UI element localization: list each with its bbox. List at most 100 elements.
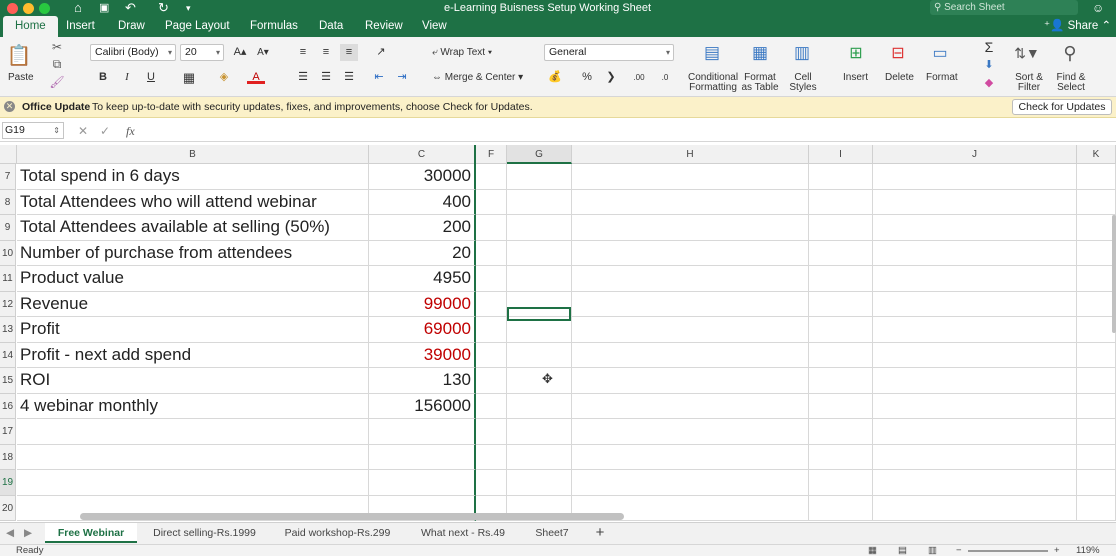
- empty-cell[interactable]: [572, 190, 809, 215]
- customize-toolbar-icon[interactable]: ▾: [186, 0, 191, 16]
- empty-cell[interactable]: [476, 266, 507, 292]
- row-header[interactable]: 9: [0, 215, 16, 241]
- add-sheet-icon[interactable]: +: [588, 523, 612, 543]
- empty-cell[interactable]: [476, 190, 507, 215]
- normal-view-icon[interactable]: ▦: [868, 545, 877, 556]
- align-right-icon[interactable]: ☰: [340, 69, 358, 86]
- empty-cell[interactable]: [572, 470, 809, 496]
- tab-formulas[interactable]: Formulas: [247, 16, 301, 37]
- empty-cell[interactable]: [1077, 445, 1116, 470]
- zoom-out-icon[interactable]: −: [956, 545, 962, 556]
- empty-cell[interactable]: [873, 215, 1077, 241]
- font-name-select[interactable]: Calibri (Body) ▾: [90, 44, 176, 61]
- underline-button[interactable]: U: [142, 69, 160, 86]
- empty-cell[interactable]: [809, 496, 873, 521]
- empty-cell[interactable]: [873, 496, 1077, 521]
- format-painter-icon[interactable]: 🖌: [49, 75, 64, 89]
- close-window-button[interactable]: [7, 3, 18, 14]
- empty-cell[interactable]: [476, 419, 507, 445]
- empty-cell[interactable]: [809, 215, 873, 241]
- empty-cell[interactable]: [572, 164, 809, 190]
- cell-value[interactable]: 30000: [369, 164, 476, 190]
- empty-cell[interactable]: [1077, 266, 1116, 292]
- worksheet-grid[interactable]: 7 Total spend in 6 days 30000 8 Total Attend…: [0, 164, 1116, 522]
- empty-cell[interactable]: [809, 266, 873, 292]
- fill-icon[interactable]: ⬇: [980, 57, 998, 74]
- cell-value[interactable]: 156000: [369, 394, 476, 419]
- tab-insert[interactable]: Insert: [63, 16, 98, 37]
- sheet-tab-free-webinar[interactable]: Free Webinar: [45, 523, 137, 543]
- cell-value[interactable]: 4950: [369, 266, 476, 292]
- sheet-tab-paid-workshop[interactable]: Paid workshop-Rs.299: [275, 523, 400, 543]
- column-header-c[interactable]: C: [369, 145, 476, 164]
- cell-label[interactable]: [17, 445, 369, 470]
- align-bottom-icon[interactable]: ≡: [340, 44, 358, 61]
- row-header[interactable]: 7: [0, 164, 16, 190]
- smiley-feedback-icon[interactable]: ☺: [1092, 0, 1104, 16]
- column-header-b[interactable]: B: [17, 145, 369, 164]
- cell-label[interactable]: ROI: [17, 368, 369, 394]
- empty-cell[interactable]: [572, 292, 809, 317]
- column-header-g[interactable]: G: [507, 145, 572, 164]
- cell-value[interactable]: 99000: [369, 292, 476, 317]
- sheet-tab-sheet7[interactable]: Sheet7: [525, 523, 579, 543]
- empty-cell[interactable]: [809, 190, 873, 215]
- empty-cell[interactable]: [476, 317, 507, 343]
- tab-data[interactable]: Data: [316, 16, 346, 37]
- row-header[interactable]: 10: [0, 241, 16, 266]
- empty-cell[interactable]: [873, 292, 1077, 317]
- empty-cell[interactable]: [809, 368, 873, 394]
- empty-cell[interactable]: [572, 368, 809, 394]
- decrease-font-size-icon[interactable]: A▾: [253, 44, 273, 61]
- scroll-tabs-left-icon[interactable]: ◀: [4, 523, 16, 543]
- column-header-i[interactable]: I: [809, 145, 873, 164]
- check-for-updates-button[interactable]: Check for Updates: [1012, 99, 1112, 115]
- page-break-view-icon[interactable]: ▥: [928, 545, 937, 556]
- paste-icon[interactable]: 📋: [6, 41, 32, 69]
- cell-label[interactable]: Profit - next add spend: [17, 343, 369, 368]
- empty-cell[interactable]: [572, 343, 809, 368]
- minimize-window-button[interactable]: [23, 3, 34, 14]
- empty-cell[interactable]: [476, 215, 507, 241]
- increase-decimal-icon[interactable]: .00: [630, 69, 648, 86]
- select-all-corner[interactable]: [0, 145, 17, 164]
- empty-cell[interactable]: [507, 241, 572, 266]
- bold-button[interactable]: B: [94, 69, 112, 86]
- empty-cell[interactable]: [476, 292, 507, 317]
- fill-color-icon[interactable]: ◈: [215, 69, 233, 86]
- empty-cell[interactable]: [507, 368, 572, 394]
- dismiss-update-icon[interactable]: ✕: [4, 101, 15, 112]
- empty-cell[interactable]: [809, 419, 873, 445]
- vertical-scrollbar[interactable]: [1112, 215, 1116, 333]
- cell-value[interactable]: [369, 470, 476, 496]
- home-icon[interactable]: ⌂: [74, 0, 82, 16]
- tab-draw[interactable]: Draw: [115, 16, 148, 37]
- empty-cell[interactable]: [507, 470, 572, 496]
- tab-page-layout[interactable]: Page Layout: [162, 16, 233, 37]
- decrease-indent-icon[interactable]: ⇤: [370, 69, 388, 86]
- empty-cell[interactable]: [507, 266, 572, 292]
- row-header[interactable]: 19: [0, 470, 16, 496]
- empty-cell[interactable]: [476, 394, 507, 419]
- empty-cell[interactable]: [1077, 368, 1116, 394]
- search-sheet-input[interactable]: ⚲ Search Sheet: [930, 0, 1078, 15]
- align-middle-icon[interactable]: ≡: [317, 44, 335, 61]
- currency-icon[interactable]: 💰: [546, 69, 564, 86]
- empty-cell[interactable]: [572, 266, 809, 292]
- empty-cell[interactable]: [476, 164, 507, 190]
- confirm-edit-icon[interactable]: ✓: [100, 120, 110, 142]
- cell-value[interactable]: [369, 419, 476, 445]
- empty-cell[interactable]: [476, 445, 507, 470]
- horizontal-scrollbar[interactable]: [80, 513, 624, 520]
- row-header[interactable]: 20: [0, 496, 16, 521]
- empty-cell[interactable]: [572, 241, 809, 266]
- empty-cell[interactable]: [809, 445, 873, 470]
- wrap-text-button[interactable]: ⤶ Wrap Text ▾: [432, 48, 492, 58]
- tab-view[interactable]: View: [419, 16, 450, 37]
- empty-cell[interactable]: [809, 317, 873, 343]
- copy-icon[interactable]: ⧉: [50, 57, 64, 71]
- zoom-slider[interactable]: [968, 550, 1048, 552]
- save-icon[interactable]: ▣: [99, 0, 109, 16]
- cell-label[interactable]: Product value: [17, 266, 369, 292]
- align-top-icon[interactable]: ≡: [294, 44, 312, 61]
